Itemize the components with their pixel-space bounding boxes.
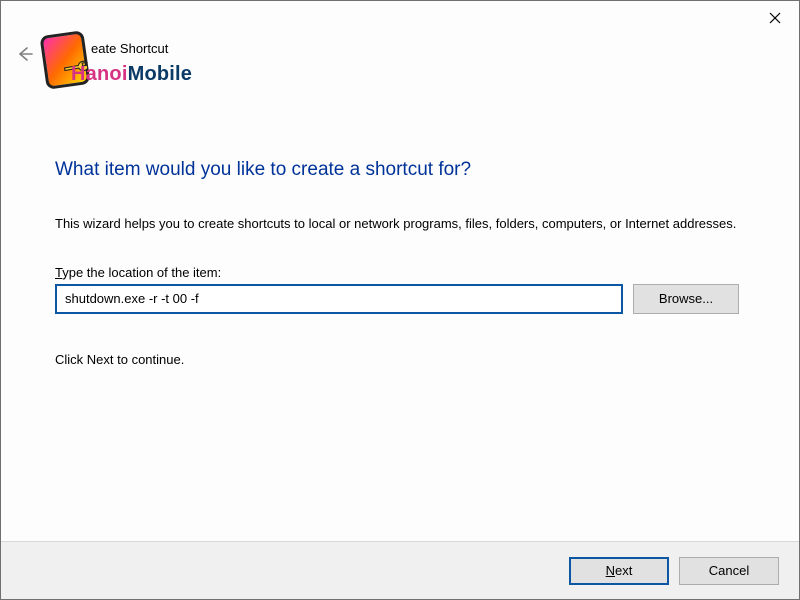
content-area: What item would you like to create a sho…	[1, 159, 799, 541]
close-button[interactable]	[755, 5, 795, 33]
brand-pink: anoi	[86, 63, 128, 85]
brand-blue: Mobile	[128, 63, 193, 85]
brand-text: HanoiMobile	[71, 63, 192, 86]
brand-prefix: H	[71, 63, 86, 85]
titlebar	[755, 5, 795, 33]
cancel-button[interactable]: Cancel	[679, 557, 779, 585]
back-button[interactable]	[11, 41, 39, 69]
next-button[interactable]: Next	[569, 557, 669, 585]
page-heading: What item would you like to create a sho…	[55, 159, 745, 181]
location-row: Browse...	[55, 284, 745, 314]
back-arrow-icon	[16, 45, 34, 66]
continue-hint: Click Next to continue.	[55, 352, 745, 367]
location-input[interactable]	[55, 284, 623, 314]
browse-button[interactable]: Browse...	[633, 284, 739, 314]
close-icon	[769, 12, 781, 27]
label-rest: ype the location of the item:	[62, 265, 221, 280]
wizard-window: eate Shortcut HanoiMobile What item woul…	[0, 0, 800, 600]
breadcrumb: eate Shortcut	[91, 41, 168, 56]
next-accel: N	[606, 563, 615, 578]
next-rest: ext	[615, 563, 632, 578]
wizard-description: This wizard helps you to create shortcut…	[55, 215, 745, 233]
wizard-footer: Next Cancel	[1, 541, 799, 599]
location-label: Type the location of the item:	[55, 265, 745, 280]
